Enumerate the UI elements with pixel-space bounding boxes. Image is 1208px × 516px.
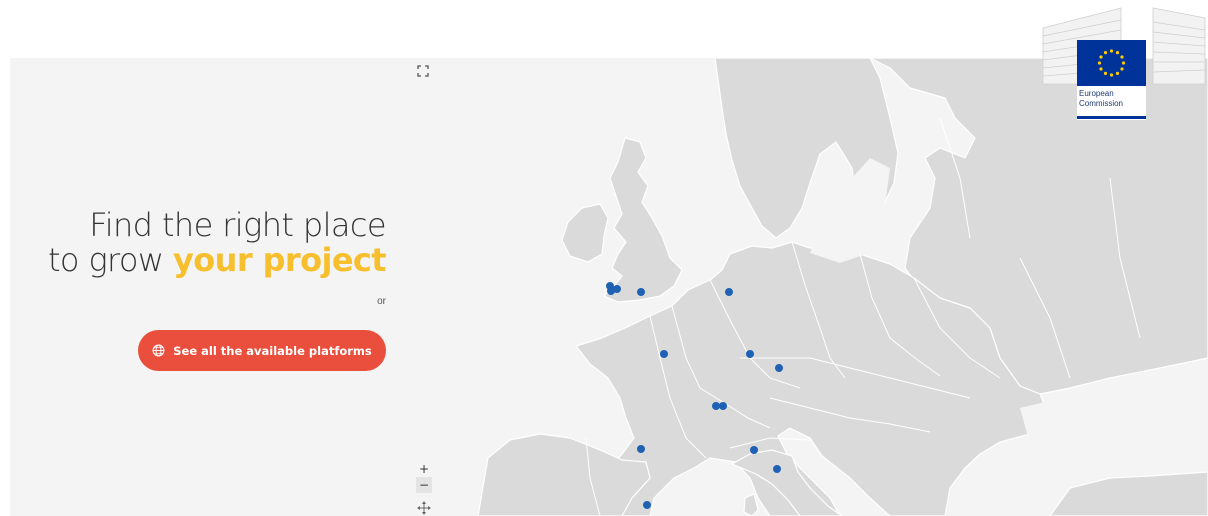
map-marker[interactable] bbox=[637, 288, 645, 296]
map-marker[interactable] bbox=[750, 446, 758, 454]
see-all-platforms-label: See all the available platforms bbox=[173, 343, 372, 358]
turkey-land bbox=[1049, 471, 1208, 516]
ec-label-line-2: Commission bbox=[1079, 98, 1124, 108]
black-sea bbox=[1020, 388, 1190, 468]
fullscreen-icon[interactable] bbox=[416, 64, 430, 78]
zoom-control: + − bbox=[416, 461, 432, 493]
ec-label-line-1: European bbox=[1079, 89, 1114, 98]
map-marker[interactable] bbox=[660, 350, 668, 358]
great-britain-land bbox=[603, 137, 683, 303]
map-marker[interactable] bbox=[719, 402, 727, 410]
map-container[interactable]: Find the right place to grow your projec… bbox=[10, 58, 1208, 516]
map-marker[interactable] bbox=[725, 288, 733, 296]
eu-flag bbox=[1077, 40, 1146, 86]
hero-line-2-prefix: to grow bbox=[47, 241, 174, 279]
map-marker[interactable] bbox=[712, 402, 720, 410]
hero-highlight: your project bbox=[173, 241, 387, 279]
hero-heading: Find the right place to grow your projec… bbox=[47, 206, 387, 279]
pan-arrows-icon[interactable] bbox=[416, 500, 432, 516]
hero-line-2: to grow your project bbox=[47, 241, 387, 279]
map-marker[interactable] bbox=[775, 364, 783, 372]
map-marker[interactable] bbox=[746, 350, 754, 358]
european-commission-label: European Commission bbox=[1079, 89, 1145, 108]
see-all-platforms-button[interactable]: See all the available platforms bbox=[138, 330, 386, 371]
globe-icon bbox=[152, 344, 165, 357]
map-marker[interactable] bbox=[643, 501, 651, 509]
map-marker[interactable] bbox=[773, 465, 781, 473]
hero-line-1: Find the right place bbox=[89, 206, 386, 244]
ireland-land bbox=[561, 203, 609, 263]
iberia-land bbox=[477, 433, 651, 516]
map-marker[interactable] bbox=[613, 285, 621, 293]
zoom-out-button[interactable]: − bbox=[416, 477, 432, 493]
map-marker[interactable] bbox=[637, 445, 645, 453]
baltic-sea bbox=[810, 158, 890, 263]
zoom-in-button[interactable]: + bbox=[416, 461, 432, 477]
corsica-land bbox=[743, 493, 759, 516]
europe-map[interactable] bbox=[10, 58, 1208, 516]
or-separator: or bbox=[377, 296, 386, 307]
